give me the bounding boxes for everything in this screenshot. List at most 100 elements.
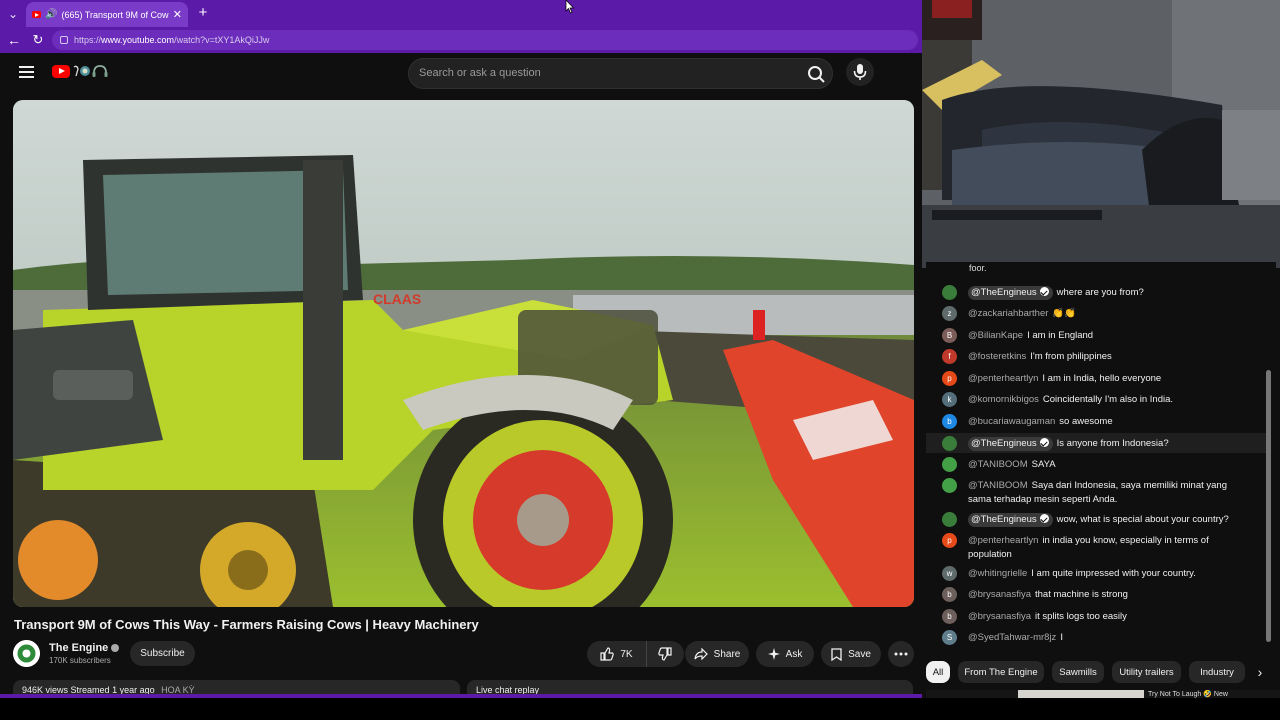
chat-author[interactable]: @fosteretkins — [968, 351, 1026, 362]
chat-author-name: @komornikbigos — [968, 394, 1039, 405]
chat-message-body: @zackariahbarther 👏👏 — [968, 307, 1238, 321]
chip-sawmills[interactable]: Sawmills — [1052, 661, 1104, 683]
verified-icon — [111, 644, 120, 653]
chat-author[interactable]: @TheEngineus — [968, 286, 1053, 300]
subscribe-button[interactable]: Subscribe — [130, 641, 195, 666]
site-info-icon[interactable] — [60, 36, 68, 44]
chat-author[interactable]: @BilianKape — [968, 330, 1023, 341]
speaker-icon[interactable]: 🔊 — [45, 9, 57, 20]
chat-avatar[interactable]: b — [942, 414, 957, 429]
subscriber-count: 170K subscribers — [49, 656, 111, 665]
channel-avatar[interactable] — [13, 640, 40, 667]
chat-text: I am quite impressed with your country. — [1031, 568, 1196, 579]
chip-all[interactable]: All — [926, 661, 950, 683]
save-label: Save — [848, 648, 871, 660]
verified-check-icon — [1039, 438, 1049, 447]
chat-avatar[interactable] — [942, 436, 957, 451]
chat-message: f @fosteretkins I'm from philippines — [926, 346, 1266, 367]
youtube-logo[interactable] — [52, 64, 112, 78]
chat-message: @TheEngineus where are you from? — [926, 282, 1266, 302]
like-count: 7K — [620, 648, 633, 660]
chat-avatar[interactable]: k — [942, 392, 957, 407]
chevron-right-icon[interactable]: › — [1252, 664, 1268, 680]
chat-author-name: @bucariawaugaman — [968, 416, 1056, 427]
tab-active[interactable]: 🔊 (665) Transport 9M of Cows Th ✕ — [26, 2, 188, 27]
webcam-feed — [922, 0, 1280, 268]
reload-icon[interactable]: ↻ — [30, 31, 46, 49]
chat-message: @TheEngineus wow, what is special about y… — [926, 509, 1266, 529]
chat-avatar[interactable]: p — [942, 371, 957, 386]
chat-avatar[interactable]: b — [942, 587, 957, 602]
new-tab-button[interactable]: + — [196, 4, 210, 22]
tab-close-icon[interactable]: ✕ — [173, 8, 182, 21]
chat-avatar[interactable]: b — [942, 609, 957, 624]
recommendation-chips: All From The Engine Sawmills Utility tra… — [926, 660, 1280, 686]
chat-avatar[interactable]: B — [942, 328, 957, 343]
tab-list-chevron-icon[interactable]: ⌄ — [4, 5, 22, 23]
search-input[interactable]: Search or ask a question — [408, 58, 833, 89]
chat-avatar[interactable] — [942, 285, 957, 300]
back-arrow-icon[interactable]: ← — [6, 31, 22, 49]
chat-avatar[interactable]: z — [942, 306, 957, 321]
chat-author[interactable]: @TheEngineus — [968, 437, 1053, 451]
chat-author[interactable]: @TANIBOOM — [968, 480, 1028, 491]
share-button[interactable]: Share — [685, 641, 749, 667]
chat-message-body: @fosteretkins I'm from philippines — [968, 350, 1238, 364]
chat-author[interactable]: @brysanasfiya — [968, 611, 1031, 622]
chat-avatar[interactable]: w — [942, 566, 957, 581]
video-thumbnail[interactable] — [1018, 690, 1144, 698]
chat-author-name: @SyedTahwar-mr8jz — [968, 632, 1057, 643]
chat-avatar[interactable]: S — [942, 630, 957, 645]
video-player[interactable]: CLAAS — [13, 100, 914, 607]
chat-author[interactable]: @TheEngineus — [968, 513, 1053, 527]
chat-text: that machine is strong — [1034, 589, 1128, 600]
chat-avatar[interactable] — [942, 478, 957, 493]
chat-author-name: @TANIBOOM — [968, 480, 1028, 491]
save-button[interactable]: Save — [821, 641, 881, 667]
channel-logo-icon — [13, 640, 40, 667]
chat-text: it splits logs too easily — [1034, 611, 1127, 622]
chip-industry[interactable]: Industry — [1189, 661, 1245, 683]
chat-author[interactable]: @SyedTahwar-mr8jz — [968, 632, 1056, 643]
dislike-button[interactable] — [647, 641, 683, 667]
ask-button[interactable]: Ask — [756, 641, 814, 667]
chat-message: p @penterheartlyn in india you know, espec… — [926, 530, 1266, 563]
chat-author[interactable]: @penterheartlyn — [968, 373, 1038, 384]
chat-cut-message: foor. — [969, 263, 987, 273]
url-input[interactable]: https://www.youtube.com/watch?v=tXY1AkQi… — [52, 30, 918, 50]
chat-author[interactable]: @brysanasfiya — [968, 589, 1031, 600]
chat-author[interactable]: @zackariahbarther — [968, 308, 1048, 319]
share-arrow-icon — [694, 648, 708, 660]
chat-avatar[interactable] — [942, 512, 957, 527]
chat-message-body: @TANIBOOM SAYA — [968, 458, 1238, 472]
next-video-title[interactable]: Try Not To Laugh 🤣 New — [1148, 690, 1268, 698]
chip-from-the-engine[interactable]: From The Engine — [958, 661, 1044, 683]
chat-author[interactable]: @komornikbigos — [968, 394, 1039, 405]
chat-author[interactable]: @whitingrielle — [968, 568, 1027, 579]
youtube-play-icon — [52, 64, 70, 78]
more-actions-button[interactable] — [888, 641, 914, 667]
search-icon[interactable] — [804, 62, 828, 86]
microphone-icon[interactable] — [846, 58, 874, 86]
chat-message-body: @TheEngineus Is anyone from Indonesia? — [968, 437, 1238, 451]
chat-avatar[interactable]: p — [942, 533, 957, 548]
chat-avatar[interactable]: f — [942, 349, 957, 364]
search-placeholder: Search or ask a question — [419, 67, 541, 79]
like-button[interactable]: 7K — [587, 641, 647, 667]
chip-utility-trailers[interactable]: Utility trailers — [1112, 661, 1181, 683]
chat-avatar[interactable] — [942, 457, 957, 472]
verified-check-icon — [1039, 287, 1049, 296]
youtube-favicon-icon — [32, 11, 41, 18]
chat-author[interactable]: @penterheartlyn — [968, 535, 1038, 546]
tab-title: (665) Transport 9M of Cows Th — [61, 9, 169, 20]
chat-scrollbar[interactable] — [1266, 370, 1271, 642]
thumbs-up-icon — [600, 647, 615, 661]
hamburger-menu-icon[interactable] — [19, 66, 34, 78]
chat-message: p @penterheartlyn I am in India, hello eve… — [926, 368, 1266, 389]
chat-author[interactable]: @bucariawaugaman — [968, 416, 1055, 427]
chat-message-body: @komornikbigos Coincidentally I'm also in… — [968, 393, 1238, 407]
chat-author[interactable]: @TANIBOOM — [968, 459, 1028, 470]
channel-name[interactable]: The Engine — [49, 642, 120, 654]
chat-text: SAYA — [1031, 459, 1056, 470]
next-video-peek[interactable]: Try Not To Laugh 🤣 New — [926, 690, 1280, 698]
